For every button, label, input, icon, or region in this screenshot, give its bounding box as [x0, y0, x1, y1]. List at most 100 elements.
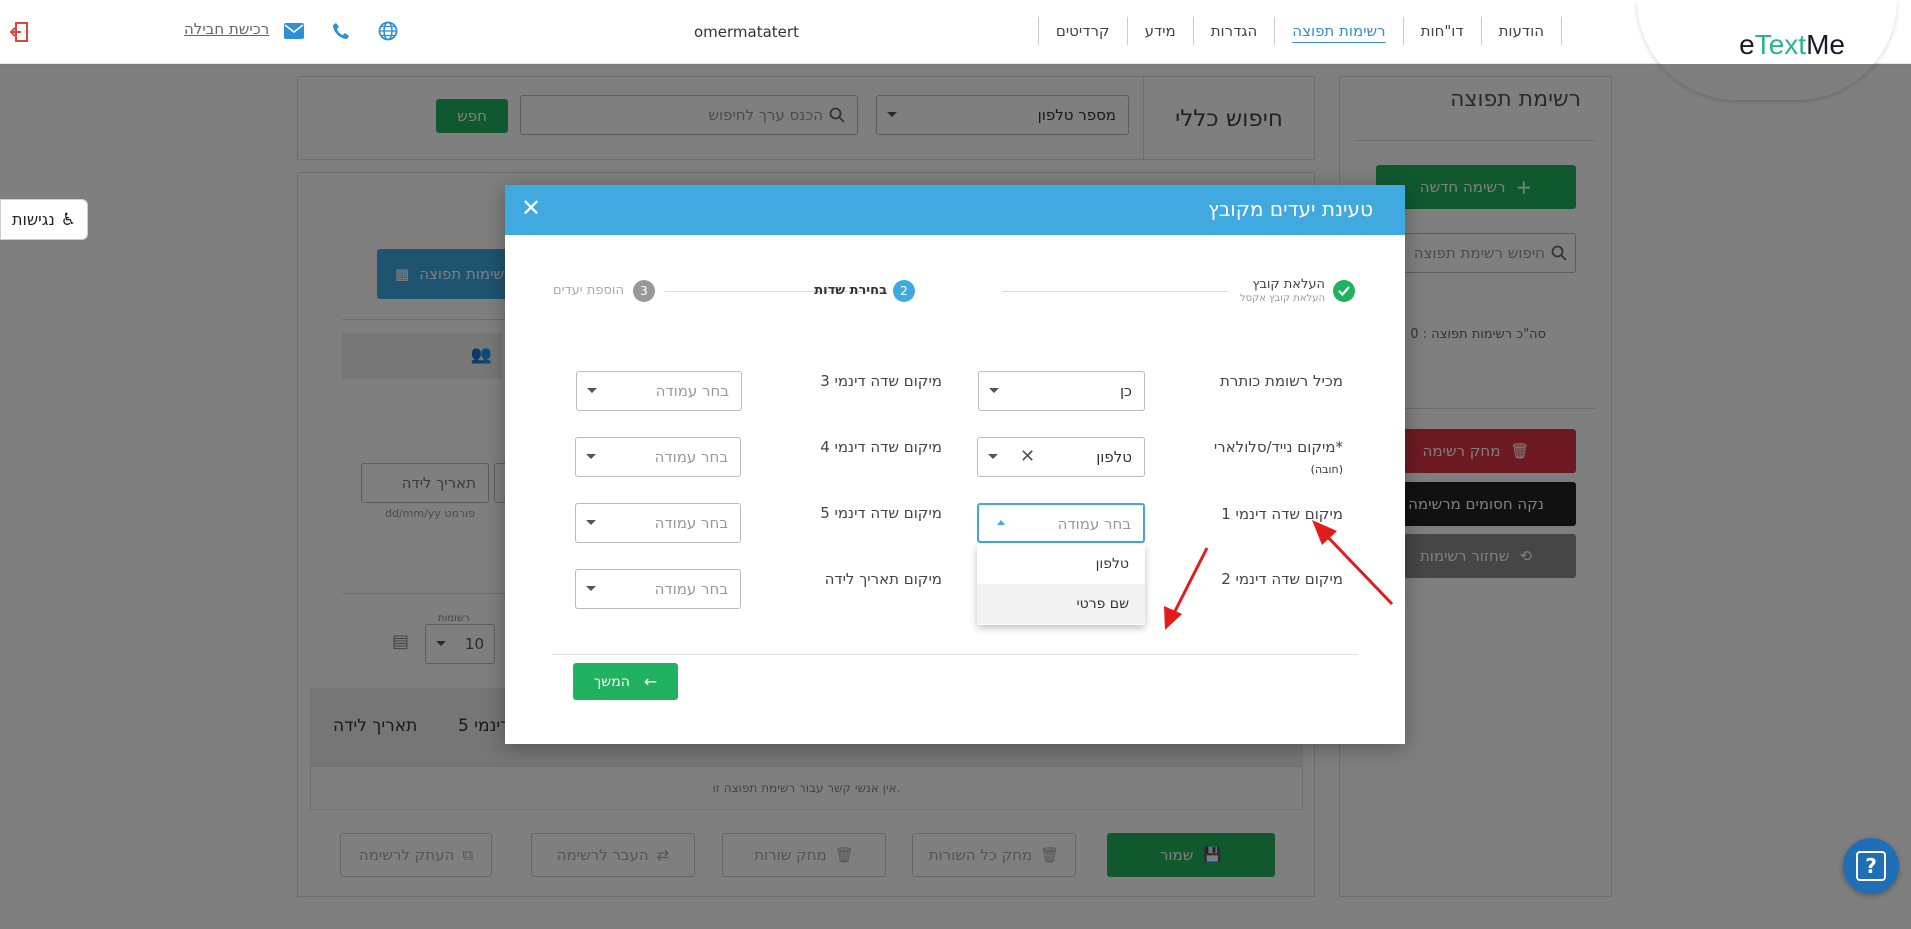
- save-button[interactable]: שמור 💾: [1107, 833, 1275, 877]
- birth-select[interactable]: בחר עמודה: [575, 569, 741, 609]
- dyn1-select[interactable]: בחר עמודה: [977, 503, 1145, 543]
- chevron-down-icon: [587, 388, 597, 393]
- chevron-down-icon: [887, 112, 897, 117]
- stepper-line-1: [1002, 291, 1229, 292]
- sidebar-title: רשימת תפוצה: [1450, 87, 1581, 112]
- globe-icon[interactable]: [378, 21, 398, 41]
- modal-header: טעינת יעדים מקובץ ✕: [505, 185, 1405, 235]
- birthdate-field[interactable]: תאריך לידה: [361, 463, 489, 503]
- dyn1-label: מיקום שדה דינמי 1: [1221, 505, 1343, 523]
- records-select[interactable]: 10: [425, 624, 495, 664]
- wheelchair-icon: ♿: [60, 209, 77, 230]
- search-icon: [829, 107, 845, 123]
- close-icon[interactable]: ✕: [521, 195, 541, 221]
- nav-distribution-lists[interactable]: רשימות תפוצה: [1274, 17, 1402, 45]
- help-icon: ?: [1856, 851, 1886, 881]
- arrow-left-icon: ←: [643, 672, 658, 691]
- delete-all-rows-button[interactable]: מחק כל השורות 🗑: [912, 833, 1076, 877]
- help-button[interactable]: ?: [1843, 838, 1899, 894]
- logout-icon[interactable]: [9, 21, 30, 43]
- add-contact-bar[interactable]: 👥: [342, 333, 502, 379]
- birthdate-hint: dd/mm/yy פורמט: [385, 507, 476, 520]
- dyn3-select[interactable]: בחר עמודה: [576, 371, 742, 411]
- dyn2-label: מיקום שדה דינמי 2: [1221, 570, 1343, 588]
- dropdown-option-first-name[interactable]: שם פרטי: [977, 584, 1145, 624]
- mobile-label: מיקום נייד/סלולארי*: [1213, 438, 1343, 456]
- search-field-select[interactable]: מספר טלפון: [876, 95, 1129, 135]
- mobile-select[interactable]: טלפון ✕: [977, 437, 1145, 477]
- step-1-label: העלאת קובץ: [1252, 277, 1325, 292]
- step-1-sub: העלאת קובץ אקסל: [1239, 293, 1325, 304]
- dyn1-dropdown-menu: טלפון שם פרטי: [977, 544, 1145, 625]
- chevron-down-icon: [586, 586, 596, 591]
- mobile-required: (חובה): [1310, 463, 1343, 476]
- search-title-box: חיפוש כללי: [1143, 77, 1314, 161]
- sidebar-divider: [1355, 140, 1596, 141]
- dyn5-select[interactable]: בחר עמודה: [575, 503, 741, 543]
- copy-to-list-button[interactable]: העתק לרשימה ⧉: [340, 833, 492, 877]
- dyn5-label: מיקום שדה דינמי 5: [820, 504, 942, 522]
- records-label: רשומות: [438, 613, 470, 624]
- trash-icon: 🗑: [1040, 846, 1060, 864]
- sidebar-search-input[interactable]: חיפוש רשימת תפוצה: [1376, 233, 1576, 273]
- plus-icon: +: [1515, 175, 1533, 199]
- username: omermatatert: [694, 23, 799, 41]
- nav-credits[interactable]: קרדיטים: [1037, 17, 1127, 45]
- nav-messages[interactable]: הודעות: [1480, 17, 1561, 45]
- nav-info[interactable]: מידע: [1126, 17, 1193, 45]
- clear-icon[interactable]: ✕: [1020, 446, 1035, 467]
- step-1-check-icon: [1333, 280, 1355, 302]
- new-list-button[interactable]: רשימה חדשה +: [1376, 165, 1576, 209]
- copy-icon: ⧉: [462, 846, 474, 864]
- chevron-up-icon: [997, 520, 1005, 525]
- main-nav: הודעות דו"חות רשימות תפוצה הגדרות מידע ק…: [1037, 17, 1562, 45]
- nav-reports[interactable]: דו"חות: [1402, 17, 1481, 45]
- dyn4-label: מיקום שדה דינמי 4: [820, 438, 942, 456]
- save-icon: 💾: [1203, 846, 1223, 864]
- header-row-select[interactable]: כן: [978, 371, 1145, 411]
- delete-list-button[interactable]: מחק רשימה 🗑: [1376, 429, 1576, 473]
- upload-file-modal: טעינת יעדים מקובץ ✕ העלאת קובץ העלאת קוב…: [505, 185, 1405, 744]
- step-3-dot: 3: [633, 280, 655, 302]
- delete-rows-button[interactable]: מחק שורות 🗑: [722, 833, 886, 877]
- phone-icon[interactable]: [332, 22, 350, 40]
- dyn3-label: מיקום שדה דינמי 3: [820, 372, 942, 390]
- chevron-down-icon: [988, 454, 998, 459]
- history-icon: ⟲: [1519, 547, 1533, 565]
- step-2-label: בחירת שדות: [814, 283, 887, 298]
- chevron-down-icon: [586, 454, 596, 459]
- move-to-list-button[interactable]: העבר לרשימה ⇄: [531, 833, 695, 877]
- accessibility-button[interactable]: נגישות ♿: [0, 199, 88, 240]
- birth-label: מיקום תאריך לידה: [824, 570, 942, 588]
- mail-icon[interactable]: [284, 23, 304, 39]
- brand-logo[interactable]: eTextMe: [1739, 29, 1845, 61]
- columns-icon[interactable]: ▤: [392, 631, 409, 652]
- restore-lists-button[interactable]: שחזור רשימות ⟲: [1376, 534, 1576, 578]
- dropdown-option-phone[interactable]: טלפון: [977, 544, 1145, 584]
- search-bar-panel: חיפוש כללי מספר טלפון הכנס ערך לחיפוש חפ…: [297, 76, 1315, 161]
- trash-icon: 🗑: [1510, 442, 1530, 460]
- table-empty-row: אין אנשי קשר עבור רשימת תפוצה זו.: [310, 766, 1303, 810]
- trash-icon: 🗑: [834, 846, 854, 864]
- search-button[interactable]: חפש: [436, 99, 508, 133]
- modal-title: טעינת יעדים מקובץ: [1207, 197, 1373, 221]
- search-value-input[interactable]: הכנס ערך לחיפוש: [520, 95, 858, 135]
- modal-divider: [552, 654, 1358, 655]
- accessibility-label: נגישות: [11, 210, 55, 229]
- nav-settings[interactable]: הגדרות: [1192, 17, 1275, 45]
- chevron-down-icon: [436, 641, 446, 646]
- col-birthdate: תאריך לידה: [333, 716, 418, 736]
- table-icon: ▦: [395, 265, 410, 283]
- sidebar-total: סה"כ רשימות תפוצה : 0: [1410, 327, 1546, 342]
- move-icon: ⇄: [656, 846, 670, 864]
- buy-package-link[interactable]: רכישת חבילה: [184, 20, 269, 38]
- brand-badge: eTextMe: [1637, 0, 1897, 100]
- search-icon: [1551, 245, 1567, 261]
- search-title: חיפוש כללי: [1175, 106, 1283, 132]
- continue-button[interactable]: המשך ←: [573, 663, 678, 700]
- chevron-down-icon: [586, 520, 596, 525]
- dyn4-select[interactable]: בחר עמודה: [575, 437, 741, 477]
- clear-blocked-button[interactable]: נקה חסומים מרשימה: [1376, 482, 1576, 526]
- step-3-label: הוספת יעדים: [553, 283, 624, 298]
- step-2-dot: 2: [893, 280, 915, 302]
